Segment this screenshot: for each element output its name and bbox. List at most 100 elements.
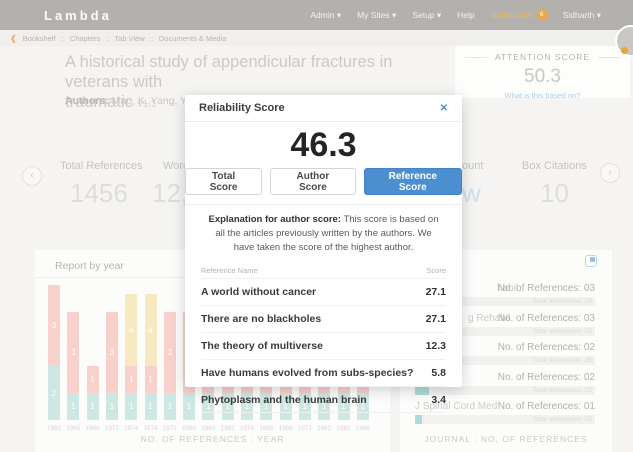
references-count-label: No. of References: 03 [497,283,595,294]
stacked-bar[interactable]: 114 [125,294,138,420]
authors-label: Authors: [65,95,109,107]
modal-title: Reliability Score [199,102,285,114]
reference-name: Phytoplasm and the human brain [201,393,367,406]
reference-name: A world without cancer [201,286,317,298]
bar-segment-pink: 3 [105,312,118,393]
table-row[interactable]: Have humans evolved from subs-species? 5.… [201,359,446,386]
notification-badge: 6 [536,10,547,21]
stacked-bar[interactable]: 11 [86,366,99,420]
tab-reference-score[interactable]: Reference Score [363,168,462,195]
stacked-bar[interactable]: 13 [105,312,118,420]
stacked-bar[interactable]: 13 [67,312,80,420]
reference-score: 27.1 [425,313,446,325]
nav-sidharth[interactable]: Sidharth ▾ [563,10,601,21]
stacked-bar[interactable]: 114 [144,294,157,420]
x-axis-label: 1962 [46,425,61,432]
bar-segment-teal: 2 [48,366,60,420]
stacked-bar[interactable]: 13 [163,312,176,420]
breadcrumb-item[interactable]: Bookshelf [23,34,56,43]
stat-count-value[interactable]: w [462,178,481,209]
attention-score-card: ATTENTION SCORE 50.3 What is this based … [455,40,630,100]
x-axis-label: 1971 [104,425,119,432]
references-count-label: No. of References: 03 [497,312,595,324]
nav-notification[interactable]: Notification 6 [491,10,547,21]
column-reference-name: Reference Name [201,266,258,275]
table-row[interactable]: Phytoplasm and the human brain 3.4 [201,386,446,413]
reliability-score-modal: Reliability Score ✕ 46.3 Total Score Aut… [185,95,462,413]
bar-segment-pink: 3 [67,312,80,393]
bar-segment-teal: 1 [163,393,176,420]
reference-score: 3.4 [431,393,446,406]
breadcrumb-separator: :: [149,33,154,43]
breadcrumb-back-icon[interactable]: ❮ [10,34,17,43]
reference-score-table: Reference Name Score A world without can… [201,263,446,413]
table-row[interactable]: There are no blackholes 27.1 [201,305,446,332]
close-icon[interactable]: ✕ [440,103,448,114]
bar-segment-teal: 1 [86,393,99,420]
x-axis-label: 1965 [66,425,81,432]
stat-count-label: ount [462,160,484,172]
total-references-label: Total references: 25 [532,298,592,305]
avatar-status-dot [621,47,628,54]
nav-my-sites[interactable]: My Sites ▾ [357,10,396,21]
bar-segment-pink: 3 [48,285,60,366]
table-row[interactable]: The theory of multiverse 12.3 [201,332,446,359]
chart-toggle-icon[interactable] [585,255,597,267]
breadcrumb-item[interactable]: Documents & Media [159,34,227,43]
breadcrumb-item[interactable]: Tab View [114,34,144,43]
references-progress-track: Total references: 25 [415,415,595,424]
score-explanation: Explanation for author score: This score… [185,204,462,261]
stats-next-arrow[interactable]: › [600,163,620,183]
reference-name: Have humans evolved from subs-species? [201,367,414,379]
x-axis-label: 1974 [143,425,158,432]
bar-segment-teal: 1 [183,393,196,420]
stats-prev-arrow[interactable]: ‹ [22,166,42,186]
attention-score-link[interactable]: What is this based on? [455,91,630,100]
bar-segment-teal: 1 [105,393,118,420]
x-axis-label: 1968 [355,425,370,432]
stat-total-references-value: 1456 [70,178,128,208]
app-logo: Lambda [44,7,112,23]
x-axis-label: 1968 [278,425,293,432]
x-axis-label: 1974 [124,425,139,432]
reliability-score-value: 46.3 [290,125,357,164]
score-tabs: Total Score Author Score Reference Score [185,168,462,195]
nav-setup[interactable]: Setup ▾ [412,10,441,21]
x-axis-label: 1971 [162,425,177,432]
breadcrumb-items: Bookshelf:: Chapters:: Tab View:: Documents… [23,34,227,43]
x-axis-label: 1962 [317,425,332,432]
reference-score: 5.8 [431,367,446,379]
tab-total-score[interactable]: Total Score [185,168,263,195]
x-axis-label: 1971 [297,425,312,432]
bar-segment-yellow: 4 [125,294,138,366]
tab-author-score[interactable]: Author Score [270,168,356,195]
nav-admin[interactable]: Admin ▾ [310,10,341,21]
header-nav: Admin ▾ My Sites ▾ Setup ▾ Help Notification… [310,10,601,21]
reference-name: There are no blackholes [201,313,322,325]
total-references-label: Total references: 25 [532,357,592,364]
reference-score: 12.3 [425,340,446,352]
breadcrumb-item[interactable]: Chapters [70,34,100,43]
x-axis-label: 1965 [259,425,274,432]
references-count-label: No. of References: 02 [497,371,595,383]
bar-segment-teal: 1 [144,393,157,420]
total-references-label: Total references: 25 [532,327,592,335]
breadcrumb-separator: :: [105,33,110,43]
x-axis-label: 1965 [182,425,197,432]
modal-header: Reliability Score ✕ [185,95,462,122]
x-axis-label: 1968 [85,425,100,432]
total-references-label: Total references: 25 [532,386,592,394]
stacked-bar[interactable]: 23 [48,285,60,420]
reference-name: The theory of multiverse [201,340,323,352]
nav-help[interactable]: Help [457,10,474,20]
table-body: A world without cancer 27.1 There are no b… [201,278,446,413]
report-by-year-title: Report by year [55,260,124,272]
attention-score-label: ATTENTION SCORE [455,52,630,62]
references-count-label: No. of References: 02 [497,342,595,353]
bar-segment-pink: 1 [86,366,99,393]
table-row[interactable]: A world without cancer 27.1 [201,278,446,305]
stat-total-references-label: Total References [60,160,143,172]
breadcrumb: ❮ Bookshelf:: Chapters:: Tab View:: Documen… [0,30,633,46]
bar-segment-pink: 1 [125,366,138,393]
bar-segment-teal: 1 [125,393,138,420]
